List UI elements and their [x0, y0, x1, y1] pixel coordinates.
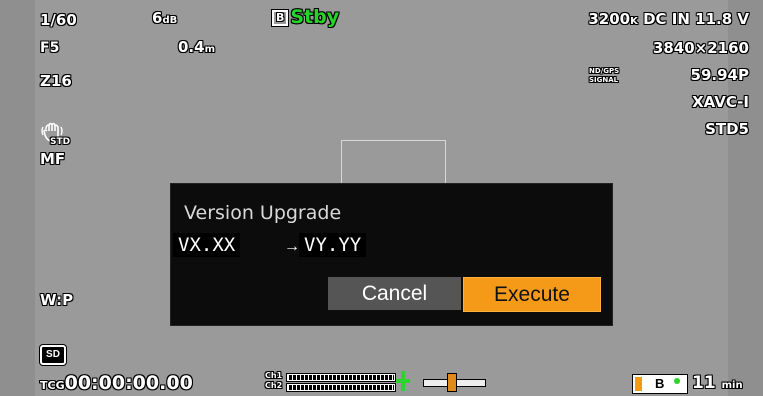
level-gauge-icon	[396, 371, 410, 391]
timecode-display: TCG00:00:00.00	[40, 372, 193, 394]
gain-number: 6	[152, 9, 163, 27]
right-gray-bar	[728, 0, 763, 396]
codec: XAVC-I	[692, 93, 749, 111]
media-active-dot	[674, 378, 680, 384]
focus-distance-number: 0.4	[178, 38, 205, 56]
left-gray-bar	[0, 0, 35, 396]
nd-gps-label: ND/GPS	[589, 67, 620, 75]
signal-label: SIGNAL	[589, 76, 619, 84]
zoom-position: Z16	[40, 72, 72, 90]
dialog-title: Version Upgrade	[184, 202, 342, 224]
version-upgrade-dialog: Version Upgrade VX.XX → VY.YY Cancel Exe…	[170, 183, 613, 326]
power-source: DC IN 11.8 V	[643, 10, 749, 28]
current-version: VX.XX	[173, 233, 241, 257]
arrow-right-icon: →	[284, 238, 300, 255]
resolution: 3840×2160	[652, 39, 749, 57]
ch1-label: Ch1	[265, 371, 283, 380]
power-and-colortemp: 3200K DC IN 11.8 V	[588, 10, 749, 28]
recording-status: B Stby	[272, 6, 339, 28]
execute-button[interactable]: Execute	[463, 277, 601, 312]
focus-mode: MF	[40, 150, 66, 168]
ch2-level-bar	[287, 384, 395, 391]
level-slider-thumb	[447, 373, 457, 392]
white-balance: W:P	[40, 291, 74, 309]
remaining-time: 11 min	[692, 373, 743, 393]
color-temp-unit: K	[630, 16, 638, 27]
gain-value: 6dB	[152, 9, 177, 27]
camera-viewfinder: 1/60 6dB F5 0.4m Z16 STD MF W:P B Stby 32…	[0, 0, 763, 396]
timecode-prefix: TCG	[40, 379, 65, 392]
new-version: VY.YY	[299, 233, 367, 257]
cancel-button[interactable]: Cancel	[328, 277, 461, 310]
remaining-number: 11	[692, 373, 716, 393]
color-temp: 3200	[588, 10, 631, 28]
media-slot-label: B	[655, 376, 665, 391]
nd-gps-signal-icon: ND/GPS SIGNAL	[589, 67, 619, 85]
gain-unit: dB	[162, 15, 178, 26]
sd-card-icon: SD	[40, 345, 66, 365]
remaining-unit: min	[721, 380, 743, 391]
picture-profile: STD5	[705, 120, 749, 138]
slot-indicator: B	[272, 10, 289, 26]
frame-rate: 59.94P	[690, 66, 749, 84]
media-status-icon: B	[632, 374, 688, 394]
ch2-label: Ch2	[265, 381, 283, 390]
timecode: 00:00:00.00	[64, 372, 193, 394]
focus-distance: 0.4m	[178, 38, 215, 56]
ch1-level-bar	[287, 374, 395, 381]
focus-distance-unit: m	[204, 44, 215, 55]
iris-value: F5	[40, 40, 60, 56]
shutter-speed: 1/60	[40, 11, 77, 29]
media-fill	[635, 377, 642, 391]
steadyshot-mode: STD	[50, 137, 71, 147]
standby-label: Stby	[290, 6, 340, 28]
